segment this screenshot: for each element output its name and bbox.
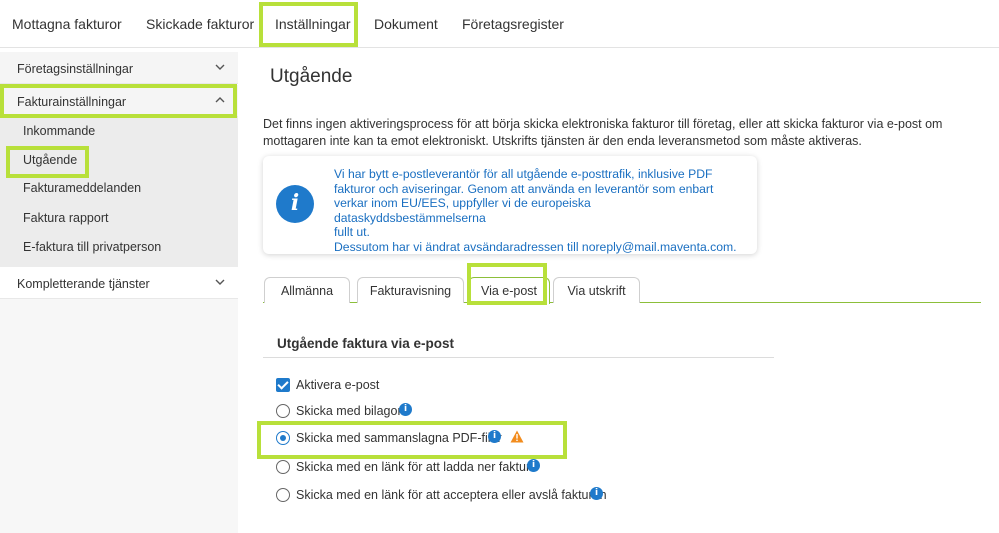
intro-text: Det finns ingen aktiveringsprocess för a… [263,117,943,148]
sidebar-section-label: Företagsinställningar [17,62,134,76]
sidebar-item-fakturameddelanden[interactable]: Fakturameddelanden [23,181,141,195]
info-line: fullt ut. [334,225,370,240]
info-line: Dessutom har vi ändrat avsändaradressen … [334,239,737,254]
tab-fakturavisning[interactable]: Fakturavisning [357,277,464,303]
radio-skicka-med-bilagor[interactable]: Skicka med bilagor i [276,403,466,419]
sidebar-item-inkommande[interactable]: Inkommande [23,124,95,138]
info-line: Vi har bytt e-postleverantör för all utg… [334,167,713,181]
tab-bar: Allmänna Fakturavisning Via e-post Via u… [263,271,981,304]
info-notice: i Vi har bytt e-postleverantör för all u… [263,156,757,254]
nav-skickade-fakturor[interactable]: Skickade fakturor [146,16,254,32]
option-label: Skicka med bilagor [296,404,402,418]
sidebar-section-kompletterande-tjanster[interactable]: Kompletterande tjänster [0,267,238,299]
tab-via-e-post[interactable]: Via e-post [468,277,550,304]
option-label: Aktivera e-post [296,378,380,392]
info-icon[interactable]: i [527,459,540,472]
radio-skicka-med-sammanslagna-pdf[interactable]: Skicka med sammanslagna PDF-filer i [276,430,536,446]
option-label: Skicka med sammanslagna PDF-filer [296,431,502,445]
radio-button[interactable] [276,488,290,502]
info-icon[interactable]: i [488,430,501,443]
chevron-down-icon [215,64,225,70]
chevron-down-icon [215,279,225,285]
page-title: Utgående [270,66,353,87]
section-divider [263,357,774,358]
sidebar-submenu: Inkommande Utgående Fakturameddelanden F… [0,117,238,267]
option-label: Skicka med en länk för att acceptera ell… [296,488,607,502]
warning-icon[interactable] [510,430,524,443]
sidebar-item-faktura-rapport[interactable]: Faktura rapport [23,211,108,225]
info-icon[interactable]: i [590,487,603,500]
top-navigation: Mottagna fakturor Skickade fakturor Inst… [0,0,999,48]
checkbox-checked-icon[interactable] [276,378,290,392]
sidebar-filler [0,299,238,533]
nav-dokument[interactable]: Dokument [374,16,438,32]
radio-button[interactable] [276,404,290,418]
radio-skicka-med-lank-ladda-ner[interactable]: Skicka med en länk för att ladda ner fak… [276,459,546,475]
chevron-up-icon [215,97,225,103]
nav-foretagsregister[interactable]: Företagsregister [462,16,564,32]
sidebar-section-label: Kompletterande tjänster [17,277,150,291]
info-notice-text: Vi har bytt e-postleverantör för all utg… [334,167,744,255]
radio-skicka-med-lank-acceptera[interactable]: Skicka med en länk för att acceptera ell… [276,487,616,503]
section-title: Utgående faktura via e-post [277,336,455,351]
nav-installningar[interactable]: Inställningar [275,16,351,32]
main-content: Utgående Det finns ingen aktiveringsproc… [240,49,999,533]
info-line: verkar inom EU/EES, uppfyller vi de euro… [334,196,591,225]
activate-email-checkbox[interactable]: Aktivera e-post [276,377,476,393]
info-line: fakturor och aviseringar. Genom att anvä… [334,181,714,196]
info-icon[interactable]: i [399,403,412,416]
tab-via-utskrift[interactable]: Via utskrift [553,277,640,303]
radio-button-selected[interactable] [276,431,290,445]
sidebar: Företagsinställningar Fakturainställning… [0,49,238,533]
sidebar-item-e-faktura-privatperson[interactable]: E-faktura till privatperson [23,240,161,254]
nav-mottagna-fakturor[interactable]: Mottagna fakturor [12,16,122,32]
sidebar-section-fakturainstallningar[interactable]: Fakturainställningar [0,85,238,117]
sidebar-item-utgaende[interactable]: Utgående [23,153,77,167]
sidebar-section-label: Fakturainställningar [17,95,127,109]
info-icon: i [276,185,314,223]
radio-button[interactable] [276,460,290,474]
option-label: Skicka med en länk för att ladda ner fak… [296,460,538,474]
sidebar-section-foretagsinstallningar[interactable]: Företagsinställningar [0,52,238,84]
tab-allmanna[interactable]: Allmänna [264,277,350,303]
